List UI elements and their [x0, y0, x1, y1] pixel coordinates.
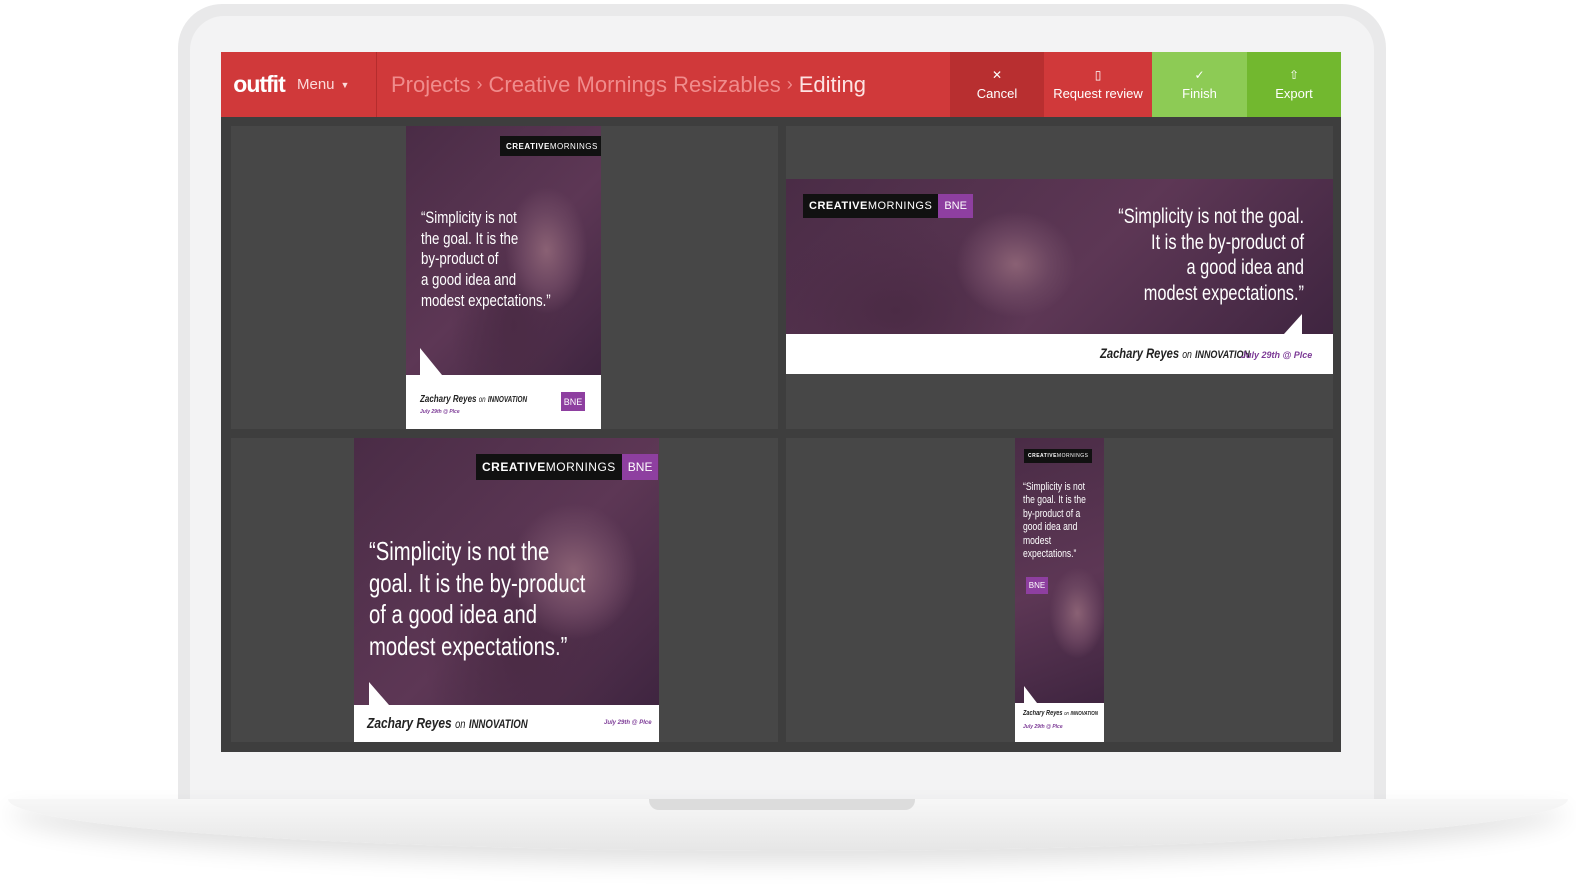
quote-text: “Simplicity is not the goal. It is the b… — [369, 536, 586, 662]
design-cell-square[interactable]: CREATIVE MORNINGS BNE “Simplicity is not … — [231, 438, 778, 742]
design-cell-portrait[interactable]: CREATIVE MORNINGS “Simplicity is not the … — [231, 126, 778, 429]
speech-tail — [369, 682, 389, 705]
quote-text: “Simplicity is not the goal. It is the b… — [1118, 205, 1304, 305]
speaker-line: Zachary Reyes on INNOVATION — [1023, 710, 1098, 717]
cancel-button[interactable]: ✕ Cancel — [950, 52, 1044, 117]
request-review-label: Request review — [1053, 86, 1143, 101]
menu-label: Menu — [297, 76, 335, 93]
event-date: July 29th @ Plce — [1023, 724, 1063, 730]
breadcrumb: Projects › Creative Mornings Resizables … — [377, 52, 950, 117]
design-square[interactable]: CREATIVE MORNINGS BNE “Simplicity is not … — [354, 438, 659, 742]
finish-label: Finish — [1182, 86, 1217, 101]
breadcrumb-project[interactable]: Creative Mornings Resizables — [488, 72, 780, 98]
toolbar: outfit Menu ▼ Projects › Creative Mornin… — [221, 52, 1341, 117]
speech-tail — [420, 348, 442, 375]
city-badge: BNE — [621, 454, 659, 480]
design-portrait[interactable]: CREATIVE MORNINGS “Simplicity is not the … — [406, 126, 601, 429]
check-icon: ✓ — [1194, 68, 1205, 82]
creative-mornings-logo: CREATIVE MORNINGS BNE — [803, 194, 973, 218]
city-badge: BNE — [1026, 577, 1048, 594]
design-tall[interactable]: CREATIVE MORNINGS “Simplicity is not the … — [1015, 438, 1104, 742]
design-cell-tall[interactable]: CREATIVE MORNINGS “Simplicity is not the … — [786, 438, 1333, 742]
speaker-line: Zachary Reyes on INNOVATION — [367, 715, 528, 732]
close-icon: ✕ — [991, 68, 1003, 82]
event-date: July 29th @ Plce — [420, 409, 460, 415]
creative-mornings-logo: CREATIVE MORNINGS — [500, 136, 601, 156]
export-label: Export — [1275, 86, 1313, 101]
speaker-line: Zachary Reyes on INNOVATION — [1100, 345, 1250, 361]
caret-down-icon: ▼ — [340, 79, 350, 90]
design-footer — [1015, 703, 1104, 742]
breadcrumb-projects[interactable]: Projects — [391, 72, 470, 98]
app-screen: outfit Menu ▼ Projects › Creative Mornin… — [221, 52, 1341, 752]
quote-text: “Simplicity is not the goal. It is the b… — [1023, 481, 1086, 561]
event-date: July 29th @ Plce — [604, 720, 652, 726]
menu-button[interactable]: Menu ▼ — [297, 52, 377, 117]
upload-icon: ⇧ — [1288, 68, 1300, 82]
finish-button[interactable]: ✓ Finish — [1152, 52, 1247, 117]
brand-bold: CREATIVE — [506, 141, 550, 151]
brand-light: MORNINGS — [549, 141, 598, 151]
design-cell-landscape[interactable]: CREATIVE MORNINGS BNE “Simplicity is not … — [786, 126, 1333, 429]
breadcrumb-current: Editing — [798, 71, 866, 97]
export-button[interactable]: ⇧ Export — [1247, 52, 1341, 117]
cancel-label: Cancel — [976, 86, 1018, 101]
clipboard-icon: ▯ — [1094, 68, 1102, 82]
speech-tail — [1284, 314, 1302, 334]
city-badge: BNE — [561, 392, 585, 411]
breadcrumb-separator: › — [476, 74, 483, 94]
request-review-button[interactable]: ▯ Request review — [1044, 52, 1152, 117]
creative-mornings-logo: CREATIVE MORNINGS — [1024, 449, 1093, 463]
design-photo — [1015, 438, 1104, 703]
city-badge: BNE — [938, 194, 973, 218]
laptop-notch — [649, 799, 915, 810]
breadcrumb-separator: › — [786, 74, 793, 94]
speaker-line: Zachary Reyes on INNOVATION — [420, 394, 528, 405]
outfit-logo[interactable]: outfit — [221, 52, 297, 117]
design-landscape[interactable]: CREATIVE MORNINGS BNE “Simplicity is not … — [786, 179, 1333, 374]
creative-mornings-logo: CREATIVE MORNINGS BNE — [476, 454, 659, 480]
speech-tail — [1024, 686, 1037, 703]
event-date: July 29th @ Plce — [1241, 350, 1313, 360]
quote-text: “Simplicity is not the goal. It is the b… — [421, 208, 551, 310]
